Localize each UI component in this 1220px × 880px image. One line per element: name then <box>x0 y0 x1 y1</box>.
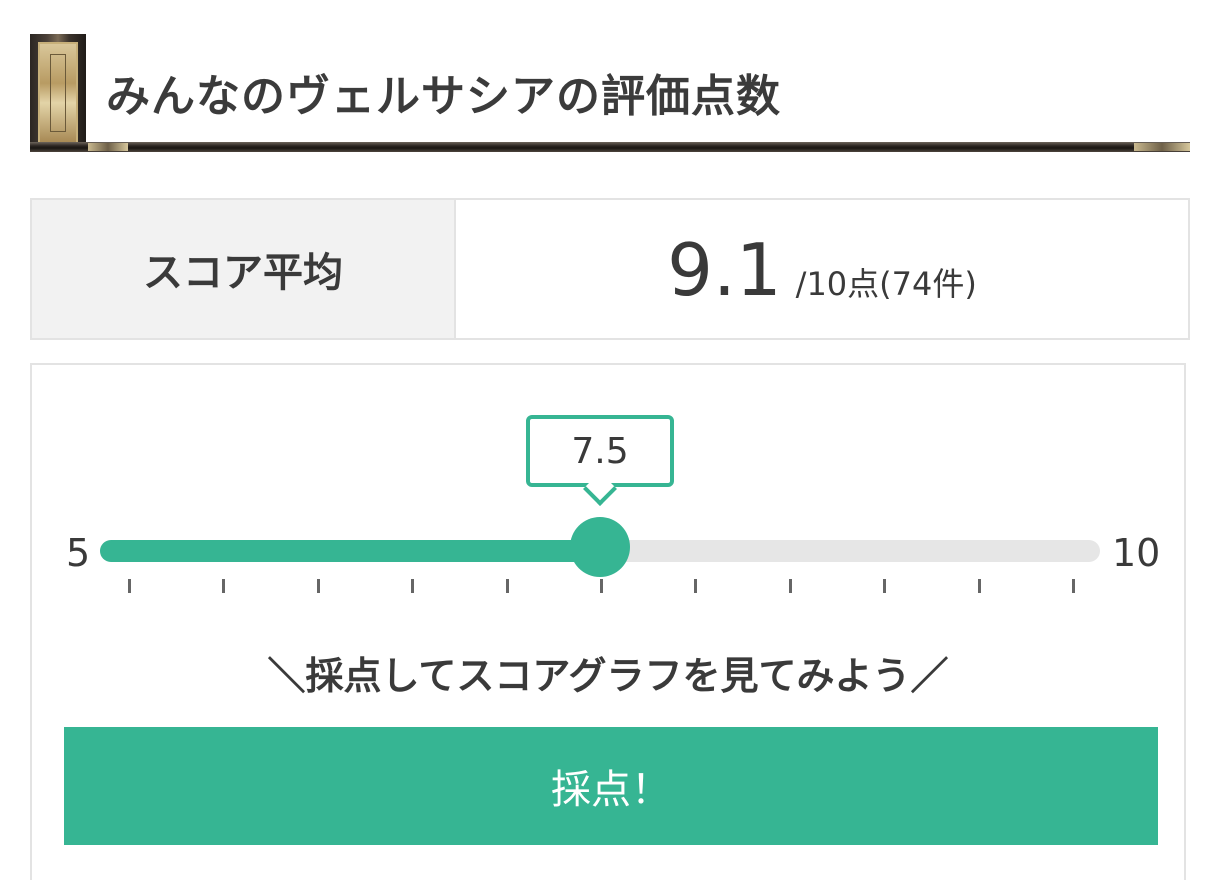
score-slider-fill <box>100 540 611 562</box>
page: みんなのヴェルサシアの評価点数 スコア平均 9.1 /10点(74件) 7.5 … <box>0 0 1220 880</box>
slider-tick <box>1072 579 1075 593</box>
score-average: 9.1 <box>667 228 782 312</box>
score-count: /10点(74件) <box>795 265 977 303</box>
slider-min-label: 5 <box>66 531 91 575</box>
slider-value-tooltip: 7.5 <box>526 415 674 506</box>
slider-value-text: 7.5 <box>571 430 629 472</box>
heading-ornament-icon <box>30 34 86 152</box>
slider-tick <box>883 579 887 593</box>
rating-prompt: ＼採点してスコアグラフを見てみよう／ <box>267 654 949 698</box>
slider-tick <box>128 579 131 593</box>
tooltip-arrow-icon <box>583 472 617 506</box>
submit-score-button[interactable]: 採点！ <box>64 727 1158 845</box>
slider-tick <box>222 579 226 593</box>
heading-divider <box>30 142 1190 152</box>
score-label: スコア平均 <box>143 250 343 296</box>
score-summary-table: スコア平均 9.1 /10点(74件) <box>30 198 1190 340</box>
section-title: みんなのヴェルサシアの評価点数 <box>106 71 781 122</box>
slider-tick <box>788 579 792 593</box>
slider-tick <box>694 579 698 593</box>
score-value-cell: 9.1 /10点(74件) <box>456 200 1188 338</box>
slider-tick <box>977 579 981 593</box>
slider-tick <box>411 579 415 593</box>
slider-max-label: 10 <box>1112 531 1161 575</box>
slider-tick <box>505 579 509 593</box>
slider-tick <box>600 579 603 593</box>
section-heading: みんなのヴェルサシアの評価点数 <box>30 34 1190 154</box>
score-slider-thumb[interactable] <box>570 517 630 577</box>
rating-panel: 7.5 5 10 ＼採点してスコアグラフを見てみよう／ 採点！ <box>30 363 1186 880</box>
slider-tick <box>316 579 320 593</box>
score-label-cell: スコア平均 <box>32 200 456 338</box>
